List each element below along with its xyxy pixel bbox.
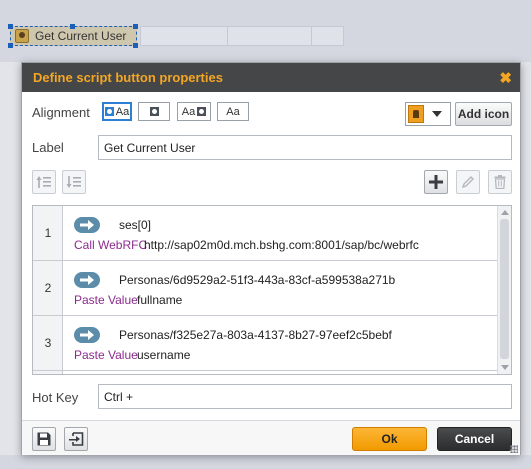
trash-icon: [494, 175, 506, 189]
alignment-row: Alignment Aa Aa Aa Add icon: [22, 102, 520, 128]
align-image-only-button[interactable]: [138, 102, 170, 121]
align-option-text: Aa: [226, 105, 240, 118]
image-icon: [149, 107, 159, 116]
step-action: Paste Value: [74, 348, 138, 362]
arrow-right-icon[interactable]: [74, 272, 100, 288]
canvas-preview-button[interactable]: Get Current User: [10, 26, 137, 46]
script-step[interactable]: 3 Personas/f325e27a-803a-4137-8b27-97eef…: [33, 316, 498, 371]
dialog-title: Define script button properties: [33, 70, 223, 85]
close-icon[interactable]: ✖: [499, 69, 512, 87]
image-icon: [197, 107, 207, 116]
step-target: Personas/f325e27a-803a-4137-8b27-97eef2c…: [119, 328, 392, 342]
save-button[interactable]: [32, 427, 56, 451]
image-icon: [104, 107, 114, 116]
label-field-label: Label: [32, 140, 64, 155]
step-value: http://sap02m0d.mch.bshg.com:8001/sap/bc…: [144, 238, 419, 252]
selection-handle[interactable]: [133, 43, 138, 48]
resize-grip-icon[interactable]: [510, 445, 518, 453]
add-step-button[interactable]: [424, 170, 448, 194]
pencil-icon: [461, 176, 474, 189]
scrollbar-thumb[interactable]: [500, 219, 509, 359]
selection-handle[interactable]: [8, 24, 13, 29]
label-row: Label Get Current User: [22, 135, 520, 161]
label-input[interactable]: Get Current User: [98, 135, 512, 160]
script-button-properties-dialog: Define script button properties ✖ Alignm…: [21, 62, 521, 455]
script-step[interactable]: 2 Personas/6d9529a2-51f3-443a-83cf-a5995…: [33, 261, 498, 316]
scroll-up-icon[interactable]: [501, 210, 509, 215]
move-down-icon: [66, 176, 81, 188]
align-option-text: Aa: [181, 105, 196, 118]
preview-button-label: Get Current User: [35, 29, 127, 43]
step-number: 2: [44, 281, 52, 295]
move-down-button[interactable]: [62, 170, 86, 194]
plus-icon: [429, 175, 443, 189]
chevron-down-icon: [432, 111, 442, 117]
align-image-right-button[interactable]: Aa: [177, 102, 211, 121]
step-value: fullname: [137, 293, 183, 307]
alignment-label: Alignment: [32, 105, 90, 120]
move-up-icon: [36, 176, 51, 188]
align-image-left-button[interactable]: Aa: [102, 102, 132, 121]
step-action: Call WebRFC: [74, 238, 148, 252]
selection-handle[interactable]: [70, 24, 75, 29]
hotkey-label: Hot Key: [32, 390, 79, 405]
icon-picker-dropdown[interactable]: [405, 102, 451, 126]
scroll-down-icon[interactable]: [501, 365, 509, 370]
steps-toolbar: [22, 170, 520, 196]
step-target: ses[0]: [119, 218, 152, 232]
delete-step-button[interactable]: [488, 170, 512, 194]
step-number: 1: [44, 226, 52, 240]
hotkey-input[interactable]: Ctrl +: [98, 384, 512, 409]
ok-button[interactable]: Ok: [352, 427, 427, 451]
step-target: Personas/6d9529a2-51f3-443a-83cf-a599538…: [119, 273, 396, 287]
arrow-right-icon[interactable]: [74, 327, 100, 343]
import-button[interactable]: [64, 427, 88, 451]
step-value: username: [137, 348, 191, 362]
steps-scrollbar[interactable]: [497, 206, 511, 374]
align-text-only-button[interactable]: Aa: [217, 102, 249, 121]
person-badge-icon: [408, 105, 424, 123]
canvas-field-cells: [140, 26, 344, 46]
script-steps-list: 1 ses[0] Call WebRFC http://sap02m0d.mch…: [32, 205, 512, 375]
step-number: 3: [44, 336, 52, 350]
selection-handle[interactable]: [133, 24, 138, 29]
align-option-text: Aa: [115, 105, 130, 118]
person-badge-icon: [15, 29, 29, 43]
save-icon: [37, 432, 51, 446]
canvas-background-bottom: [0, 455, 531, 469]
edit-step-button[interactable]: [456, 170, 480, 194]
script-step[interactable]: 1 ses[0] Call WebRFC http://sap02m0d.mch…: [33, 206, 498, 261]
import-icon: [68, 432, 83, 446]
add-icon-button[interactable]: Add icon: [455, 102, 512, 126]
dialog-footer: Ok Cancel: [22, 420, 520, 455]
dialog-titlebar[interactable]: Define script button properties ✖: [22, 63, 520, 92]
selection-handle[interactable]: [8, 43, 13, 48]
move-up-button[interactable]: [32, 170, 56, 194]
step-action: Paste Value: [74, 293, 138, 307]
cancel-button[interactable]: Cancel: [437, 427, 512, 451]
hotkey-row: Hot Key Ctrl +: [22, 384, 520, 410]
arrow-right-icon[interactable]: [74, 217, 100, 233]
